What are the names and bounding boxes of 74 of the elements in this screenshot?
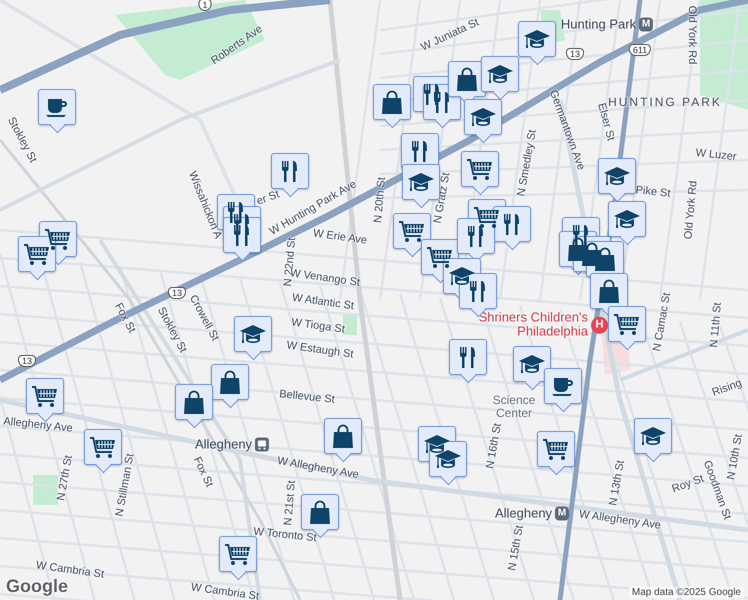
street-label: W Erie Ave: [312, 227, 368, 247]
street-label: N Stillman St: [114, 452, 136, 518]
station-label: Allegheny: [194, 436, 252, 452]
shopping-cart-icon: [31, 383, 59, 409]
train-icon: [255, 437, 270, 451]
street-label: W Allegheny Ave: [578, 508, 662, 532]
station-label: Allegheny: [494, 506, 552, 520]
street-label: W Cambria St: [190, 581, 260, 600]
graduation-cap-icon: [523, 27, 551, 51]
street-label: Old York Rd: [682, 180, 700, 240]
street-label: N 16th St: [484, 422, 504, 470]
shopping-cart-icon: [89, 434, 117, 460]
street-label: N 15th St: [506, 524, 526, 572]
shopping-bag-icon: [181, 389, 207, 415]
street-label: W Tioga St: [290, 316, 346, 336]
street-label: Fox St: [190, 455, 216, 489]
street-label: er St: [255, 188, 281, 208]
street-label: W Luzer: [695, 146, 737, 164]
route-shield: 13: [18, 355, 36, 367]
graduation-cap-icon: [613, 207, 641, 231]
shopping-bag-icon: [454, 66, 480, 92]
shopping-bag-icon: [379, 89, 405, 115]
graduation-cap-icon: [407, 170, 435, 194]
park-area: [33, 475, 58, 505]
street-label: N Camac St: [650, 292, 674, 352]
graduation-cap-icon: [434, 447, 462, 471]
street-label: Science Center: [492, 394, 536, 420]
street-label: Rising: [710, 377, 744, 399]
metro-badge: M: [555, 506, 570, 520]
street-label: N Gratz St: [432, 172, 452, 224]
street-label: W Atlantic St: [291, 292, 355, 312]
street-label: N 27th St: [55, 454, 75, 502]
shopping-bag-icon: [330, 423, 356, 449]
street-label: Bellevue St: [278, 388, 336, 406]
street-label: N 11th St: [708, 302, 724, 348]
route-shield: 13: [566, 48, 584, 60]
shopping-bag-icon: [596, 278, 622, 304]
park-area: [343, 315, 357, 335]
street-label: W Toronto St: [252, 526, 318, 544]
street-label: N 13th St: [607, 459, 627, 507]
shopping-cart-icon: [542, 436, 570, 462]
graduation-cap-icon: [639, 424, 667, 448]
google-logo: Google: [6, 576, 68, 597]
route-shield: 611: [628, 44, 652, 56]
route-shield: 13: [168, 287, 186, 299]
shopping-cart-icon: [398, 218, 426, 244]
graduation-cap-icon: [518, 352, 546, 376]
graduation-cap-icon: [603, 164, 631, 188]
graduation-cap-icon: [486, 62, 514, 86]
metro-badge: M: [639, 17, 654, 31]
street-label: N 20th St: [372, 176, 388, 224]
street-label: N Smedley St: [515, 128, 539, 198]
graduation-cap-icon: [448, 264, 476, 288]
street-label: N 21st St: [282, 480, 298, 526]
graduation-cap-icon: [469, 105, 497, 129]
shopping-cart-icon: [466, 156, 494, 182]
street-label: Pike St: [635, 184, 671, 200]
shopping-bag-icon: [217, 369, 243, 395]
street-label: Fox St: [112, 301, 138, 335]
graduation-cap-icon: [423, 432, 451, 456]
shopping-cart-icon: [224, 541, 252, 567]
shopping-cart-icon: [613, 311, 641, 337]
shopping-bag-icon: [592, 246, 618, 272]
graduation-cap-icon: [239, 322, 267, 346]
shopping-bag-icon: [307, 499, 333, 525]
shopping-cart-icon: [23, 241, 51, 267]
street-label: W Estaugh St: [286, 339, 354, 361]
map-attribution: Map data ©2025 Google: [628, 587, 744, 598]
street-label: Roy St: [670, 472, 706, 496]
street-label: W Allegheny Ave: [276, 454, 360, 482]
street-label: Old York Rd: [686, 6, 698, 64]
street-label: Allegheny Ave: [2, 415, 74, 435]
hospital-label: Shriners Children's Philadelphia: [478, 310, 588, 340]
street-label: N 10th St: [725, 433, 745, 481]
